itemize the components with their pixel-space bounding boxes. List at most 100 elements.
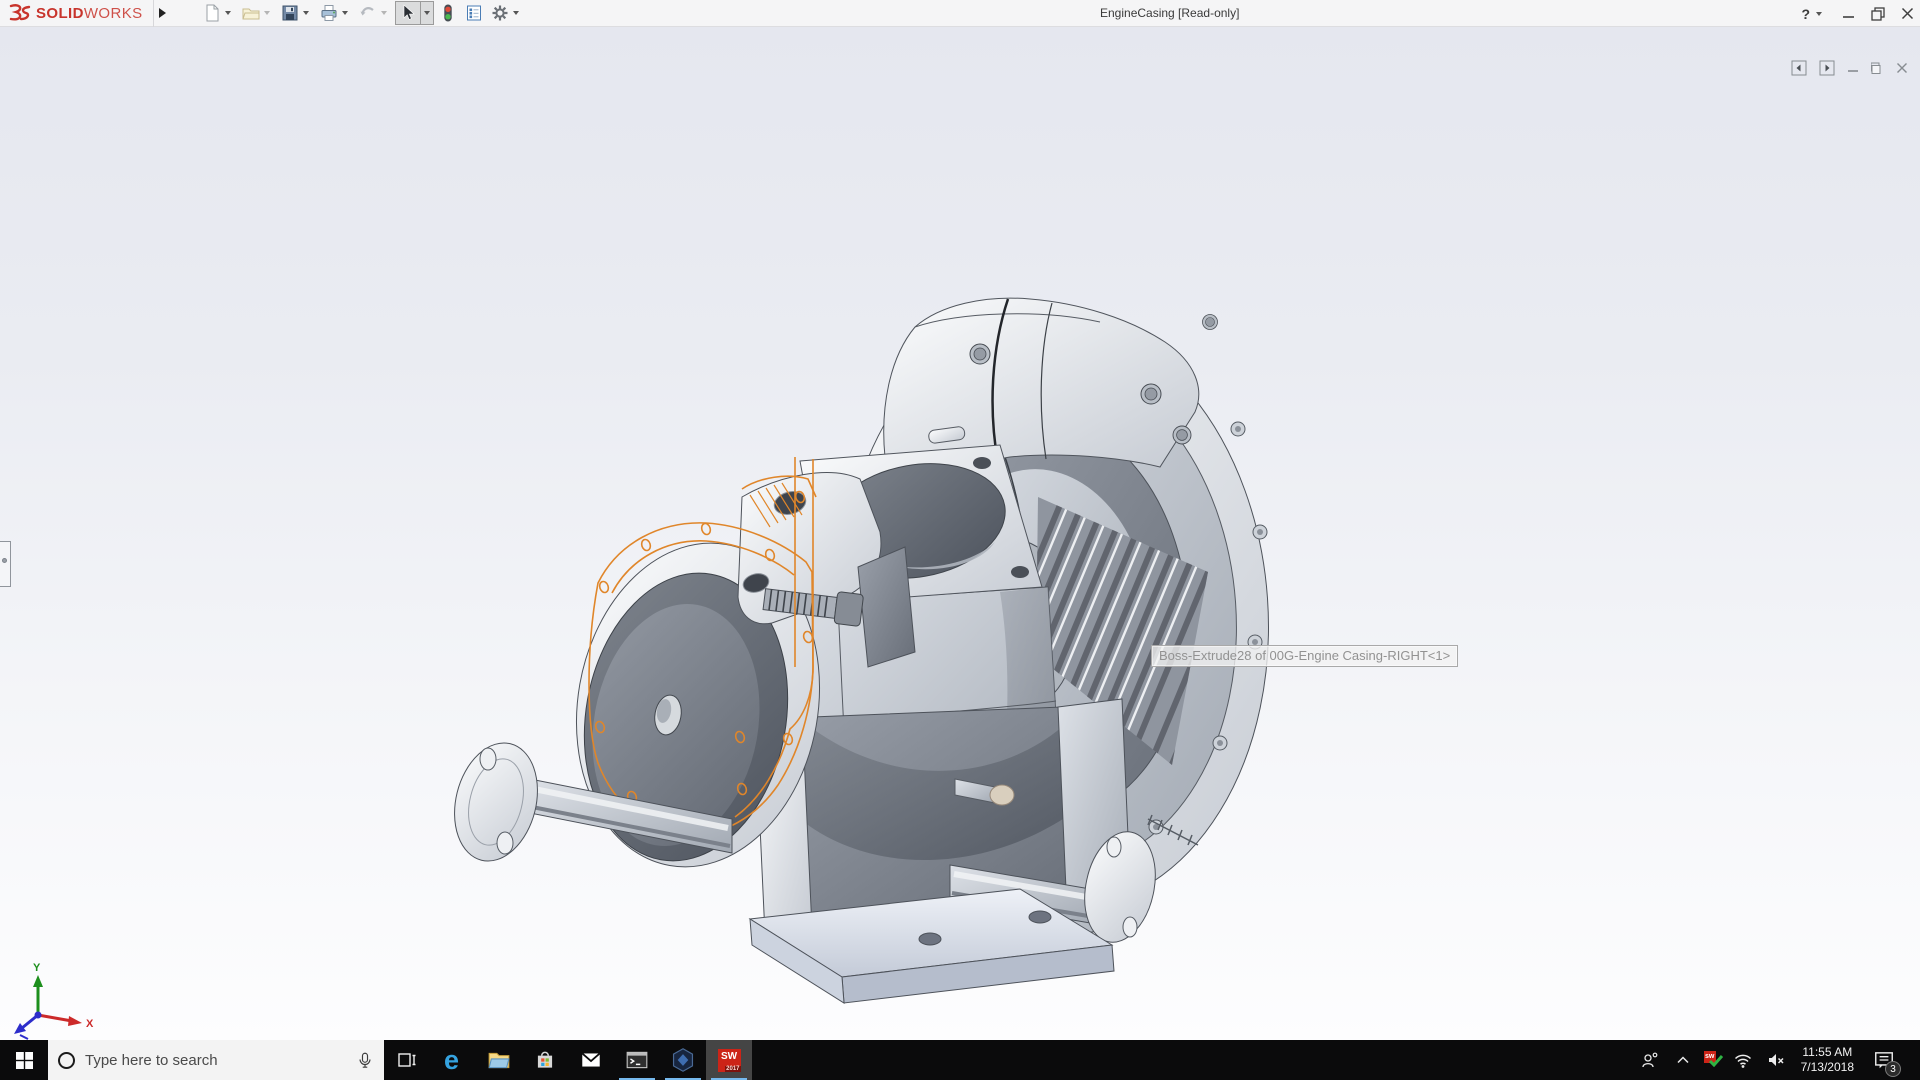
ds-logo-icon (8, 3, 32, 23)
taskbar-edge[interactable]: e (430, 1040, 476, 1080)
windows-logo-icon (16, 1052, 33, 1069)
left-mount-rod (443, 734, 732, 870)
crankcase-front (786, 426, 1056, 873)
wifi-icon[interactable] (1731, 1046, 1755, 1074)
clutch-cover (552, 524, 845, 887)
feature-pane-splitter[interactable] (0, 541, 11, 587)
solidworks-logo: SOLIDWORKS (0, 0, 154, 27)
svg-text:e: e (444, 1045, 459, 1075)
save-dropdown-caret[interactable] (303, 11, 309, 15)
stand-web (755, 699, 1132, 935)
help-dropdown-caret[interactable] (1816, 12, 1822, 16)
taskbar-mail[interactable] (568, 1040, 614, 1080)
file-explorer-icon (487, 1048, 511, 1072)
doc-close-button[interactable] (1896, 62, 1908, 74)
taskbar-clock[interactable]: 11:55 AM 7/13/2018 (1797, 1045, 1858, 1075)
save-button[interactable] (278, 1, 315, 25)
orientation-triad: Y X (14, 962, 94, 1039)
help-button[interactable]: ? (1801, 6, 1826, 22)
edge-icon: e (438, 1045, 468, 1075)
new-document-icon (202, 3, 222, 23)
select-cursor-icon (400, 4, 416, 22)
start-button[interactable] (0, 1040, 48, 1080)
restore-button[interactable] (1871, 7, 1885, 21)
tray-expand-chevron-icon[interactable] (1671, 1046, 1695, 1074)
taskbar-file-explorer[interactable] (476, 1040, 522, 1080)
cortana-icon (58, 1052, 75, 1069)
feature-tooltip: Boss-Extrude28 of 00G-Engine Casing-RIGH… (1151, 645, 1458, 667)
desktop: Y X Boss-Extrude28 of 00G-Engine Casing-… (0, 0, 1920, 1080)
base-plate (750, 889, 1114, 1003)
command-prompt-icon (625, 1048, 649, 1072)
taskbar-store[interactable] (522, 1040, 568, 1080)
traffic-light-icon (438, 3, 458, 23)
clock-date: 7/13/2018 (1801, 1060, 1854, 1075)
splitter-dot-icon (2, 558, 7, 563)
flyout-arrow-icon (159, 8, 166, 18)
doc-minimize-button[interactable] (1847, 62, 1859, 74)
open-dropdown-caret[interactable] (264, 11, 270, 15)
sw-tile-text: SW (721, 1051, 737, 1062)
microphone-icon[interactable] (356, 1050, 374, 1070)
volume-muted-icon[interactable] (1764, 1046, 1788, 1074)
flywheel-housing (822, 303, 1288, 923)
search-input[interactable] (85, 1052, 346, 1069)
help-label: ? (1801, 6, 1810, 22)
clock-time: 11:55 AM (1802, 1045, 1852, 1060)
solidworks-2017-icon: SW 2017 (718, 1049, 741, 1072)
document-title: EngineCasing [Read-only] (1100, 0, 1239, 27)
file-properties-button[interactable] (462, 1, 486, 25)
next-pane-button[interactable] (1819, 60, 1835, 76)
options-dropdown-caret[interactable] (513, 11, 519, 15)
task-view-icon (396, 1049, 418, 1071)
open-button[interactable] (239, 1, 276, 25)
standard-toolbar (200, 1, 525, 25)
green-check-icon (1709, 1055, 1723, 1067)
solidworks-tray-icon[interactable]: sw (1704, 1051, 1722, 1069)
store-icon (533, 1048, 557, 1072)
brand-bold: SOLID (36, 5, 84, 22)
people-icon[interactable] (1638, 1046, 1662, 1074)
print-icon (319, 3, 339, 23)
new-document-button[interactable] (200, 1, 237, 25)
window-controls: ? (1801, 0, 1914, 27)
print-button[interactable] (317, 1, 354, 25)
triad-y-label: Y (33, 962, 41, 974)
minimize-button[interactable] (1842, 7, 1855, 20)
print-dropdown-caret[interactable] (342, 11, 348, 15)
brand-light: WORKS (84, 5, 143, 22)
undo-dropdown-caret[interactable] (381, 11, 387, 15)
new-dropdown-caret[interactable] (225, 11, 231, 15)
file-properties-icon (464, 3, 484, 23)
menu-flyout-button[interactable] (154, 0, 172, 27)
taskbar-search[interactable] (48, 1040, 384, 1080)
graphics-viewport[interactable]: Y X Boss-Extrude28 of 00G-Engine Casing-… (0, 27, 1920, 1040)
cylinder-flange (800, 445, 1042, 603)
right-mount-rod (950, 825, 1165, 949)
mail-icon (579, 1048, 603, 1072)
sketch-overlay (589, 457, 816, 835)
action-center-button[interactable]: 3 (1867, 1040, 1901, 1080)
undo-button[interactable] (356, 1, 393, 25)
undo-icon (358, 3, 378, 23)
taskbar-solidworks[interactable]: SW 2017 (706, 1040, 752, 1080)
select-dropdown-caret[interactable] (421, 1, 434, 25)
cooling-fins (930, 457, 1322, 817)
taskbar-hexagon-app[interactable] (660, 1040, 706, 1080)
brand-text: SOLIDWORKS (36, 5, 143, 22)
taskbar-command-prompt[interactable] (614, 1040, 660, 1080)
taskbar-task-view[interactable] (384, 1040, 430, 1080)
close-button[interactable] (1901, 7, 1914, 20)
hexagon-app-icon (670, 1047, 696, 1073)
select-tool-button[interactable] (395, 1, 434, 25)
doc-restore-button[interactable] (1871, 62, 1884, 75)
system-tray: sw 11:55 AM 7/13/2018 (1638, 1040, 1920, 1080)
triad-x-label: X (86, 1018, 94, 1030)
sw-tile-year: 2017 (725, 1066, 740, 1072)
options-button[interactable] (488, 1, 525, 25)
gear-icon (490, 3, 510, 23)
upper-boss (884, 298, 1218, 469)
rebuild-button[interactable] (436, 1, 460, 25)
previous-pane-button[interactable] (1791, 60, 1807, 76)
document-window-controls (1791, 60, 1908, 76)
